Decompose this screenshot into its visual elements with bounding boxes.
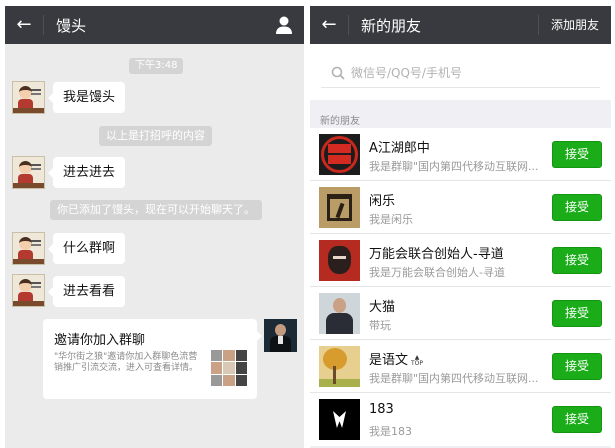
- search-bar: 微信号/QQ号/手机号: [310, 44, 611, 100]
- add-friends-button[interactable]: 添加朋友: [551, 6, 599, 44]
- friend-request-row[interactable]: 万能会联合创始人-寻道 我是万能会联合创始人-寻道 接受: [310, 234, 611, 287]
- group-invite-card[interactable]: 邀请你加入群聊 "华尔街之狼"邀请你加入群聊色流营销推广引流交流，进入可查看详情…: [43, 319, 262, 399]
- top-badge-icon: ▲ TOP: [411, 353, 424, 367]
- message-timestamp: 下午3:48: [129, 58, 184, 74]
- friend-request-row[interactable]: 大猫 带玩 接受: [310, 287, 611, 340]
- message-bubble[interactable]: 进去看看: [47, 276, 126, 307]
- friend-request-row[interactable]: 闲乐 我是闲乐 接受: [310, 181, 611, 234]
- request-message: 我是183: [369, 425, 412, 438]
- friend-request-list: A江湖郎中 我是群聊"国内第四代移动互联网... 接受 闲乐 我是闲乐 接受 万…: [310, 128, 611, 446]
- invite-title: 邀请你加入群聊: [54, 333, 146, 348]
- request-message: 我是闲乐: [369, 213, 413, 226]
- invite-description: "华尔街之狼"邀请你加入群聊色流营销推广引流交流，进入可查看详情。: [54, 352, 199, 373]
- message-bubble[interactable]: 进去进去: [47, 157, 126, 188]
- chat-title: 馒头: [56, 16, 87, 35]
- accept-button[interactable]: 接受: [552, 194, 602, 221]
- accept-button[interactable]: 接受: [552, 406, 602, 433]
- search-icon: [331, 66, 345, 80]
- accept-button[interactable]: 接受: [552, 300, 602, 327]
- contact-avatar[interactable]: [12, 156, 45, 189]
- request-name: 万能会联合创始人-寻道: [369, 247, 504, 262]
- request-avatar: [319, 240, 360, 281]
- header-divider: [348, 15, 349, 35]
- new-friends-header: ← 新的朋友 添加朋友: [310, 6, 611, 44]
- request-message: 带玩: [369, 319, 391, 332]
- contact-avatar[interactable]: [12, 232, 45, 265]
- header-divider: [43, 15, 44, 35]
- group-thumbnail: [211, 350, 247, 386]
- new-friends-title: 新的朋友: [361, 16, 422, 35]
- accept-button[interactable]: 接受: [552, 141, 602, 168]
- person-icon[interactable]: [274, 15, 294, 35]
- request-message: 我是群聊"国内第四代移动互联网...: [369, 160, 539, 173]
- back-arrow-icon[interactable]: ←: [5, 6, 43, 44]
- contact-avatar[interactable]: [12, 81, 45, 114]
- contact-avatar[interactable]: [12, 274, 45, 307]
- request-name: 闲乐: [369, 194, 396, 209]
- search-input[interactable]: 微信号/QQ号/手机号: [321, 58, 600, 88]
- friend-request-row[interactable]: 183 我是183 接受: [310, 393, 611, 446]
- accept-button[interactable]: 接受: [552, 353, 602, 380]
- search-placeholder: 微信号/QQ号/手机号: [351, 66, 462, 80]
- request-name: 是语文 ▲ TOP: [369, 353, 424, 368]
- request-name: A江湖郎中: [369, 141, 430, 156]
- accept-button[interactable]: 接受: [552, 247, 602, 274]
- system-notice: 你已添加了馒头，现在可以开始聊天了。: [50, 200, 262, 220]
- back-arrow-icon[interactable]: ←: [310, 6, 348, 44]
- request-message: 我是群聊"国内第四代移动互联网...: [369, 372, 539, 385]
- request-name: 大猫: [369, 300, 396, 315]
- friend-request-row[interactable]: 是语文 ▲ TOP 我是群聊"国内第四代移动互联网... 接受: [310, 340, 611, 393]
- message-bubble[interactable]: 什么群啊: [47, 233, 126, 264]
- request-avatar: [319, 293, 360, 334]
- friend-request-row[interactable]: A江湖郎中 我是群聊"国内第四代移动互联网... 接受: [310, 128, 611, 181]
- request-avatar: [319, 134, 360, 175]
- request-name: 183: [369, 402, 394, 417]
- header-divider: [538, 15, 539, 35]
- system-notice: 以上是打招呼的内容: [99, 126, 212, 146]
- section-label: 新的朋友: [320, 116, 360, 127]
- request-message: 我是万能会联合创始人-寻道: [369, 266, 505, 279]
- request-avatar: [319, 187, 360, 228]
- request-avatar: [319, 346, 360, 387]
- chat-header: ← 馒头: [5, 6, 304, 44]
- new-friends-screen: ← 新的朋友 添加朋友 微信号/QQ号/手机号 新的朋友 A江湖郎中 我是群聊"…: [310, 6, 611, 448]
- chat-screen: ← 馒头 下午3:48 我是馒头 以上是打招呼的内容 进去进去 你已添加了馒头，…: [5, 6, 304, 448]
- self-avatar[interactable]: [264, 319, 297, 352]
- message-bubble[interactable]: 我是馒头: [47, 82, 126, 113]
- request-avatar: [319, 399, 360, 440]
